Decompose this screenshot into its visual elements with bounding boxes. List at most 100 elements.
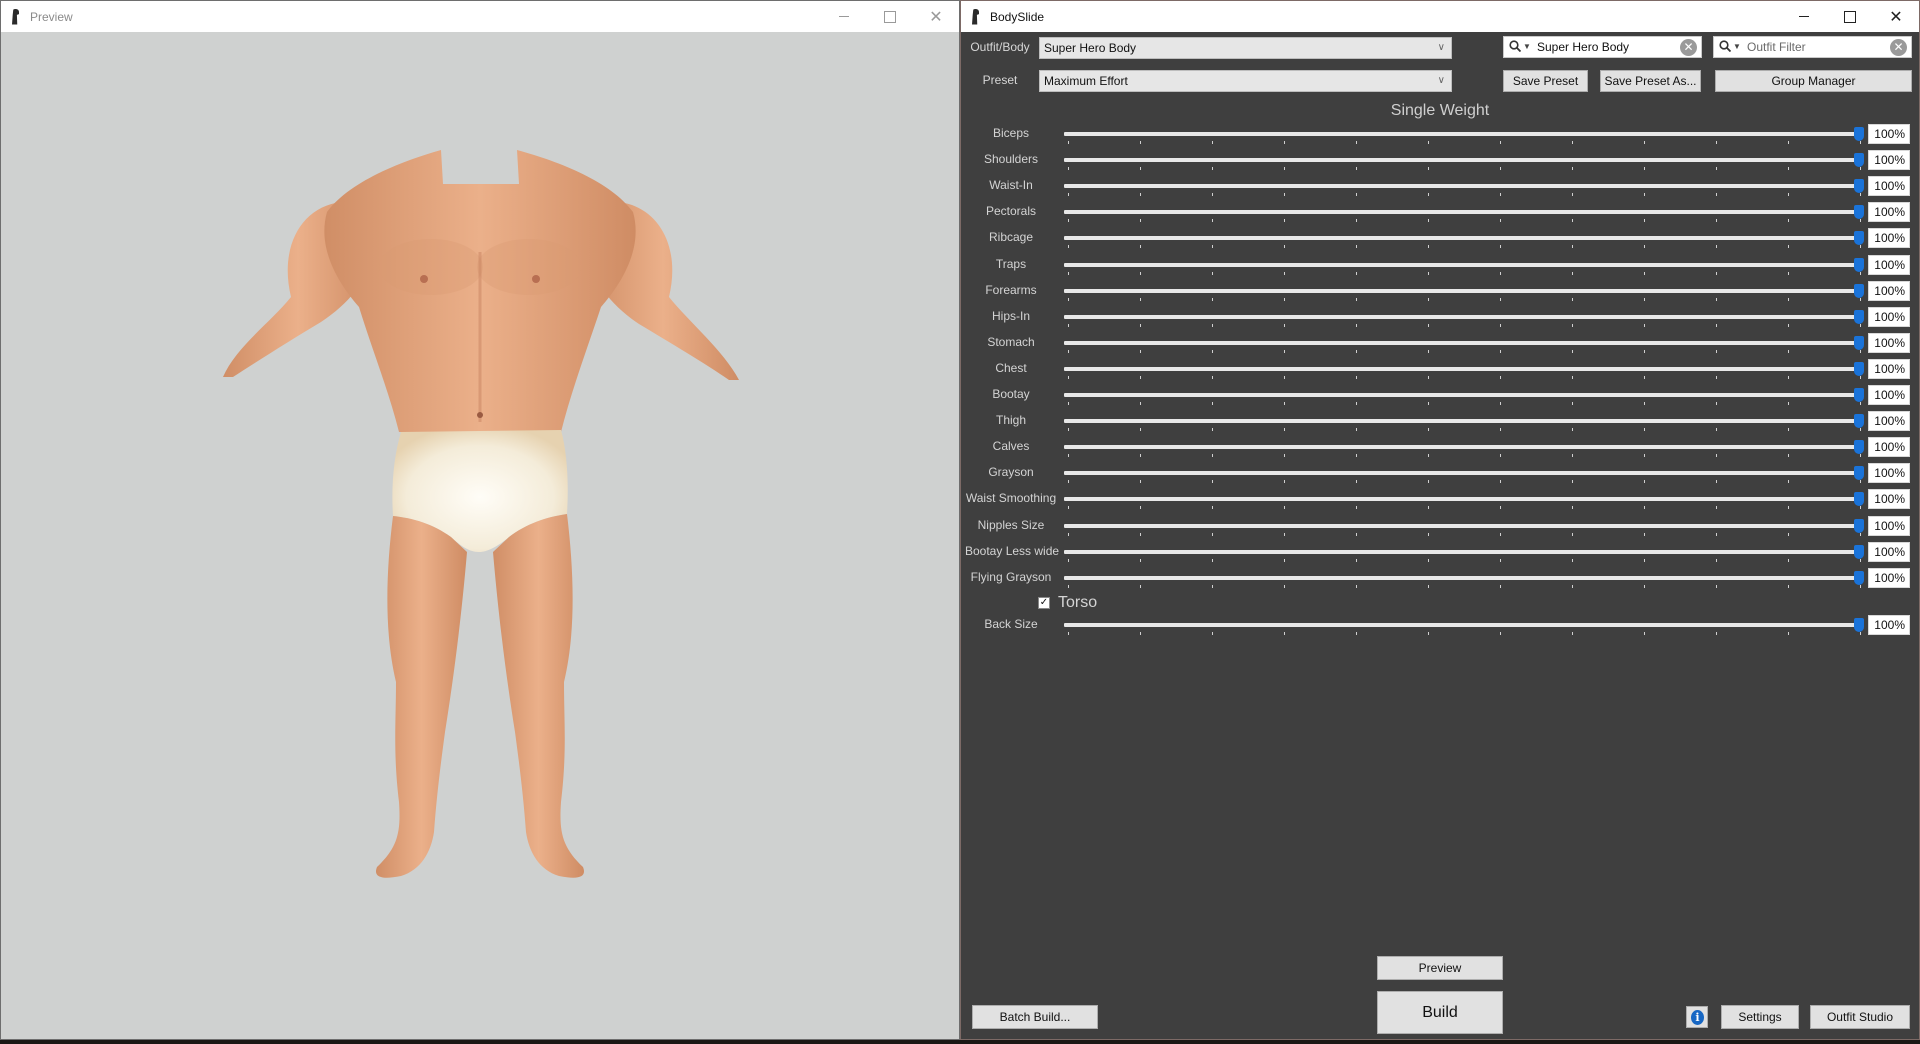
settings-button[interactable]: Settings (1721, 1005, 1799, 1029)
info-button[interactable]: i (1686, 1006, 1708, 1028)
slider-tick (1212, 558, 1213, 562)
slider-tick (1068, 349, 1069, 353)
slider-track[interactable] (1064, 523, 1864, 528)
slider-track[interactable] (1064, 262, 1864, 267)
slider-track[interactable] (1064, 288, 1864, 293)
maximize-button[interactable] (867, 1, 913, 32)
slider-track[interactable] (1064, 445, 1864, 450)
slider-ticks (1064, 402, 1864, 406)
slider-thumb[interactable] (1854, 414, 1864, 429)
slider-track[interactable] (1064, 419, 1864, 424)
slider-value-input[interactable]: 100% (1868, 202, 1910, 223)
slider-value-input[interactable]: 100% (1868, 358, 1910, 379)
slider-thumb[interactable] (1854, 283, 1864, 298)
preview-button[interactable]: Preview (1377, 956, 1503, 980)
slider-tick (1356, 245, 1357, 249)
slider-track[interactable] (1064, 549, 1864, 554)
slider-thumb[interactable] (1854, 127, 1864, 141)
slider-thumb[interactable] (1854, 617, 1864, 632)
slider-value-input[interactable]: 100% (1868, 280, 1910, 301)
slider-thumb[interactable] (1854, 179, 1864, 194)
bodyslide-titlebar[interactable]: BodySlide ✕ (961, 1, 1919, 32)
slider-thumb[interactable] (1854, 361, 1864, 376)
slider-value-input[interactable]: 100% (1868, 437, 1910, 458)
filter-options-dropdown-icon[interactable]: ▼ (1733, 37, 1741, 57)
preview-window-title: Preview (30, 9, 73, 24)
slider-thumb[interactable] (1854, 518, 1864, 533)
outfit-studio-button[interactable]: Outfit Studio (1810, 1005, 1910, 1029)
slider-track[interactable] (1064, 497, 1864, 502)
clear-search-icon[interactable]: ✕ (1680, 39, 1697, 56)
slider-track[interactable] (1064, 158, 1864, 163)
slider-track[interactable] (1064, 366, 1864, 371)
slider-thumb[interactable] (1854, 544, 1864, 559)
slider-value-input[interactable]: 100% (1868, 332, 1910, 353)
build-button[interactable]: Build (1377, 991, 1503, 1034)
slider-tick (1140, 323, 1141, 327)
minimize-button[interactable] (1781, 1, 1827, 32)
close-button[interactable]: ✕ (1873, 1, 1919, 32)
slider-track[interactable] (1064, 210, 1864, 215)
batch-build-button[interactable]: Batch Build... (972, 1005, 1098, 1029)
preview-titlebar[interactable]: Preview ✕ (1, 1, 959, 32)
slider-thumb[interactable] (1854, 231, 1864, 246)
slider-thumb[interactable] (1854, 309, 1864, 324)
bodyslide-window: BodySlide ✕ Outfit/Body Super Hero Body … (960, 0, 1920, 1040)
search-options-dropdown-icon[interactable]: ▼ (1523, 37, 1531, 57)
body-model[interactable] (1, 32, 959, 1040)
slider-track[interactable] (1064, 393, 1864, 397)
slider-tick (1788, 219, 1789, 223)
slider-value-input[interactable]: 100% (1868, 228, 1910, 249)
slider-thumb[interactable] (1854, 492, 1864, 507)
slider-value-input[interactable]: 100% (1868, 124, 1910, 144)
save-preset-as-button[interactable]: Save Preset As... (1600, 70, 1701, 92)
slider-tick (1572, 480, 1573, 484)
slider-value-input[interactable]: 100% (1868, 463, 1910, 484)
slider-track[interactable] (1064, 132, 1864, 136)
slider-track[interactable] (1064, 340, 1864, 345)
maximize-button[interactable] (1827, 1, 1873, 32)
slider-thumb[interactable] (1854, 440, 1864, 455)
slider-value-input[interactable]: 100% (1868, 150, 1910, 171)
outfit-filter-input[interactable]: ▼ Outfit Filter ✕ (1713, 36, 1912, 58)
minimize-button[interactable] (821, 1, 867, 32)
3d-preview-viewport[interactable] (1, 32, 959, 1039)
slider-tick (1212, 480, 1213, 484)
slider-ticks (1064, 349, 1864, 354)
slider-value-input[interactable]: 100% (1868, 411, 1910, 432)
clear-filter-icon[interactable]: ✕ (1890, 39, 1907, 56)
slider-track[interactable] (1064, 184, 1864, 189)
slider-track[interactable] (1064, 471, 1864, 476)
slider-tick (1644, 584, 1645, 588)
slider-thumb[interactable] (1854, 335, 1864, 350)
slider-track[interactable] (1064, 575, 1864, 580)
outfit-body-dropdown[interactable]: Super Hero Body ∨ (1039, 37, 1452, 59)
close-button[interactable]: ✕ (913, 1, 959, 32)
slider-value-input[interactable]: 100% (1868, 385, 1910, 405)
slider-track[interactable] (1064, 622, 1864, 627)
slider-value-input[interactable]: 100% (1868, 489, 1910, 510)
slider-thumb[interactable] (1854, 570, 1864, 585)
slider-value-input[interactable]: 100% (1868, 515, 1910, 536)
outfit-search-input[interactable]: ▼ Super Hero Body ✕ (1503, 36, 1702, 58)
group-manager-button[interactable]: Group Manager (1715, 70, 1912, 92)
slider-value-input[interactable]: 100% (1868, 254, 1910, 275)
slider-thumb[interactable] (1854, 388, 1864, 402)
slider-thumb[interactable] (1854, 257, 1864, 272)
slider-tick (1500, 167, 1501, 171)
slider-track[interactable] (1064, 236, 1864, 241)
slider-value-input[interactable]: 100% (1868, 567, 1910, 588)
slider-value-input[interactable]: 100% (1868, 541, 1910, 562)
slider-value-input[interactable]: 100% (1868, 306, 1910, 327)
slider-tick (1140, 506, 1141, 510)
slider-track[interactable] (1064, 314, 1864, 319)
slider-thumb[interactable] (1854, 466, 1864, 481)
slider-value-input[interactable]: 100% (1868, 176, 1910, 197)
preset-dropdown[interactable]: Maximum Effort ∨ (1039, 70, 1452, 92)
save-preset-button[interactable]: Save Preset (1503, 70, 1588, 92)
slider-thumb[interactable] (1854, 205, 1864, 220)
group-checkbox[interactable]: ✓ (1038, 596, 1050, 609)
slider-tick (1140, 631, 1141, 635)
slider-value-input[interactable]: 100% (1868, 614, 1910, 635)
slider-thumb[interactable] (1854, 153, 1864, 168)
